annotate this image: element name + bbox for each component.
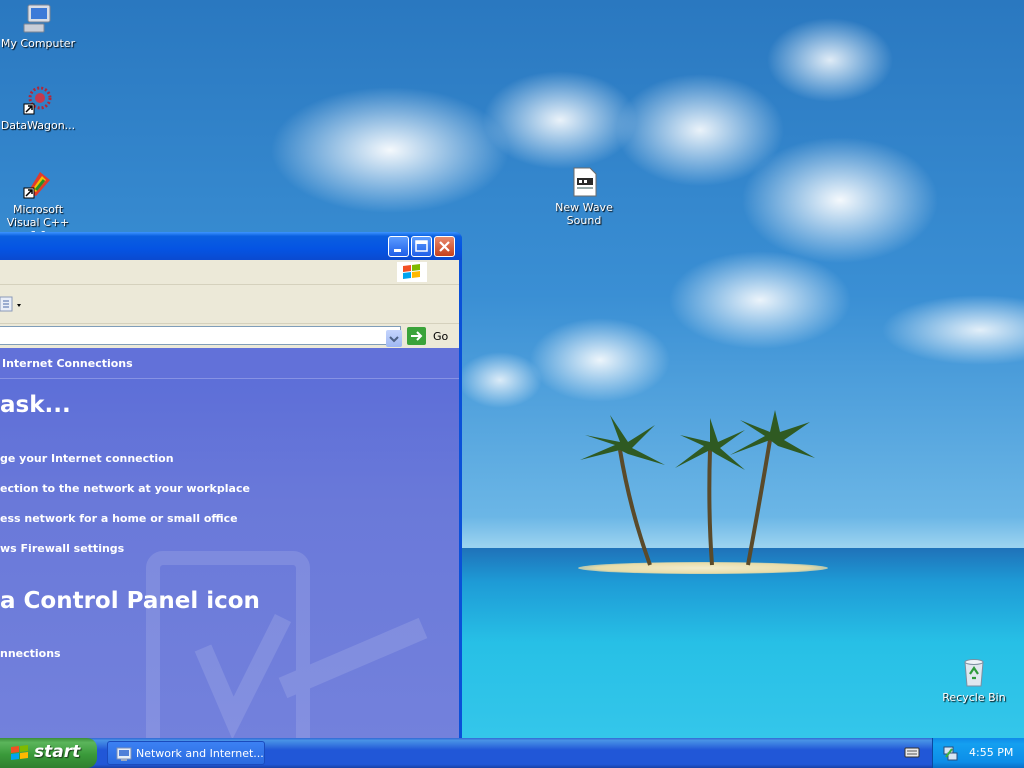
- start-button[interactable]: start: [0, 738, 97, 768]
- address-input[interactable]: [0, 326, 402, 347]
- desktop-icon-datawagon[interactable]: DataWagon...: [0, 84, 78, 132]
- keyboard-icon: [904, 747, 920, 758]
- windows-flag-icon: [11, 745, 28, 760]
- desktop-icon-new-wave-sound[interactable]: New Wave Sound: [544, 166, 624, 227]
- icon-link-network-connections[interactable]: nnections: [0, 647, 61, 660]
- views-button[interactable]: [0, 296, 24, 314]
- task-link-internet-connection[interactable]: ge your Internet connection: [0, 452, 174, 465]
- desktop-icon-my-computer[interactable]: My Computer: [0, 2, 78, 50]
- pick-icon-heading: a Control Panel icon: [0, 588, 260, 614]
- taskbar: start Network and Internet... 4:55 PM: [0, 738, 1024, 768]
- close-icon: [439, 241, 450, 252]
- keyboard-tray-icon[interactable]: [904, 745, 920, 762]
- category-title: Internet Connections: [2, 357, 133, 370]
- desktop-icon-recycle-bin[interactable]: Recycle Bin: [934, 656, 1014, 704]
- recycle-bin-icon: [964, 659, 984, 687]
- task-link-wireless-network[interactable]: ess network for a home or small office: [0, 512, 238, 525]
- network-window[interactable]: Go Internet Connections ask... ge your I…: [0, 232, 462, 738]
- maximize-icon: [415, 240, 428, 252]
- desktop-icon-label: DataWagon...: [0, 119, 76, 132]
- views-icon: [0, 296, 21, 312]
- start-label: start: [34, 742, 81, 762]
- desktop-icon-label: My Computer: [0, 37, 76, 50]
- chevron-down-icon: [389, 336, 399, 343]
- taskbar-window-label: Network and Internet...: [136, 747, 264, 760]
- go-button[interactable]: Go: [407, 327, 457, 345]
- desktop-icon-label: Recycle Bin: [942, 691, 1006, 704]
- desktop-icon-visual-cpp[interactable]: Microsoft Visual C++ 6.0: [0, 168, 78, 242]
- go-label: Go: [433, 330, 449, 343]
- address-dropdown-button[interactable]: [386, 330, 402, 347]
- computer-icon: [23, 4, 51, 33]
- network-tray-icon[interactable]: [942, 745, 958, 761]
- minimize-icon: [394, 249, 401, 252]
- minimize-button[interactable]: [388, 236, 409, 257]
- palm-trees-wallpaper: [580, 410, 815, 566]
- clock[interactable]: 4:55 PM: [969, 746, 1013, 759]
- windows-logo-icon: [397, 262, 427, 282]
- datawagon-icon: [23, 86, 52, 115]
- maximize-button[interactable]: [411, 236, 432, 257]
- task-link-workplace-connection[interactable]: ection to the network at your workplace: [0, 482, 250, 495]
- desktop-icon-label: New Wave Sound: [555, 201, 613, 227]
- taskbar-window-button[interactable]: Network and Internet...: [107, 741, 265, 765]
- task-link-firewall-settings[interactable]: ws Firewall settings: [0, 542, 124, 555]
- control-panel-watermark: [146, 551, 428, 738]
- content-pane: Internet Connections ask... ge your Inte…: [0, 348, 459, 738]
- menu-bar: [0, 260, 459, 285]
- close-button[interactable]: [434, 236, 455, 257]
- address-bar: Go: [0, 324, 459, 348]
- pick-task-heading: ask...: [0, 392, 71, 418]
- sound-file-icon: [573, 167, 597, 197]
- window-titlebar[interactable]: [0, 232, 462, 260]
- go-arrow-icon: [407, 327, 426, 345]
- system-tray: 4:55 PM: [932, 738, 1024, 768]
- control-panel-icon: [116, 747, 132, 761]
- category-header: Internet Connections: [0, 348, 459, 379]
- visual-cpp-icon: [23, 172, 50, 199]
- toolbar: [0, 285, 459, 324]
